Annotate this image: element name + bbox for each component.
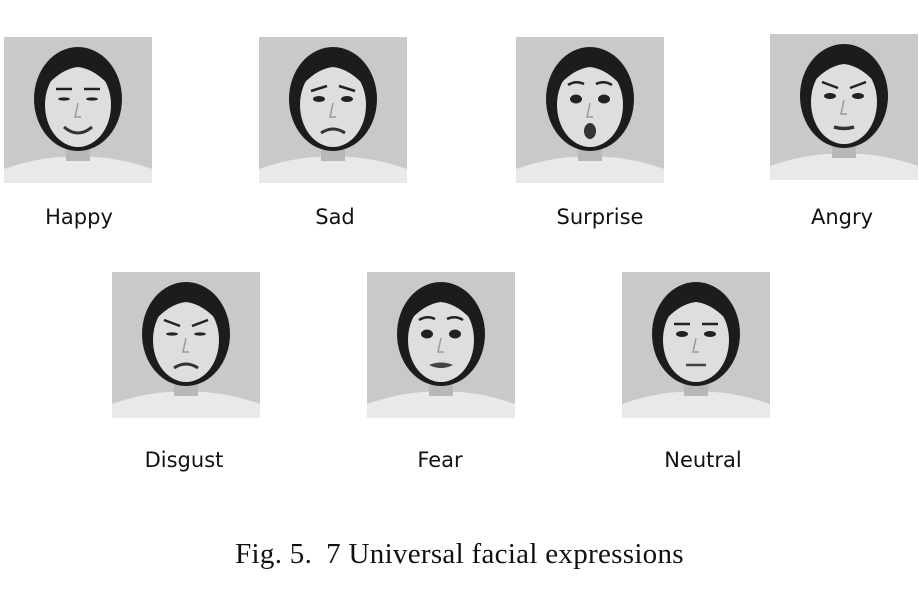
- face-photo-surprise: [516, 37, 664, 183]
- figure-number: Fig. 5.: [235, 538, 313, 570]
- face-photo-fear: [367, 272, 515, 418]
- label-disgust: Disgust: [144, 448, 224, 472]
- label-surprise: Surprise: [556, 205, 644, 229]
- face-photo-happy: [4, 37, 152, 183]
- face-photo-neutral: [622, 272, 770, 418]
- label-fear: Fear: [417, 448, 463, 472]
- label-angry: Angry: [810, 205, 874, 229]
- face-photo-sad: [259, 37, 407, 183]
- face-photo-angry: [770, 34, 918, 180]
- label-happy: Happy: [45, 205, 113, 229]
- label-sad: Sad: [315, 205, 355, 229]
- face-photo-disgust: [112, 272, 260, 418]
- label-neutral: Neutral: [664, 448, 742, 472]
- figure-caption: Fig. 5. 7 Universal facial expressions: [0, 538, 919, 571]
- figure-caption-text: 7 Universal facial expressions: [326, 538, 684, 570]
